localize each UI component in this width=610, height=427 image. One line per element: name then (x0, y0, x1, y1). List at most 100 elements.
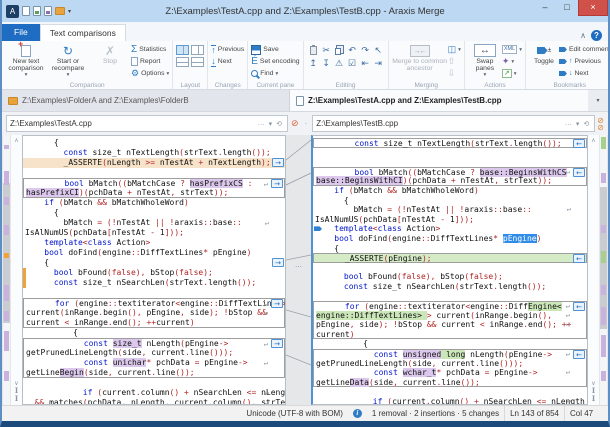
right-overview-strip[interactable] (599, 135, 608, 405)
change-marker[interactable] (4, 225, 9, 235)
maximize-button[interactable]: □ (556, 0, 578, 16)
change-marker[interactable] (601, 335, 606, 357)
change-marker[interactable] (4, 171, 9, 185)
close-button[interactable]: × (578, 0, 608, 16)
layout-two-horizontal-alt[interactable] (191, 57, 204, 67)
right-path-input[interactable]: Z:\Examples\TestB.cpp … ▾ ⟲ (312, 115, 595, 132)
browse-icon[interactable]: … (256, 120, 267, 127)
versioning-icon[interactable]: ⊘ (597, 124, 604, 131)
help-icon[interactable]: ? (591, 30, 602, 41)
insert-marker[interactable] (601, 137, 606, 149)
layout-two-vertical-selected[interactable] (176, 45, 189, 55)
insert-line-above-button[interactable]: ↥ (307, 57, 320, 70)
left-overview-strip[interactable] (2, 135, 11, 405)
change-marker[interactable] (601, 371, 606, 381)
change-marker[interactable] (601, 173, 606, 183)
link-line-marker-icon[interactable]: I (592, 395, 595, 403)
insert-line-below-button[interactable]: ↧ (320, 57, 333, 70)
comparison-tab-files[interactable]: Z:\Examples\TestA.cpp and Z:\Examples\Te… (290, 90, 588, 111)
line-wrap-icon: ↵ (265, 398, 269, 405)
next-change-button[interactable]: ↓Next (211, 56, 244, 67)
previous-bookmark-button[interactable]: ↑Previous (559, 56, 610, 67)
dropdown-icon: ▾ (167, 71, 170, 77)
report-button[interactable]: Report (131, 56, 169, 67)
cut-button[interactable]: ✂ (320, 44, 333, 57)
unindent-button[interactable]: ⇤ (359, 57, 372, 70)
change-marker[interactable] (601, 225, 606, 233)
edit-comment-button[interactable]: Edit comment (559, 44, 610, 55)
left-file-pane[interactable]: { const size_t nTextLength(strText.lengt… (22, 135, 286, 405)
comparison-tab-folders[interactable]: Z:\Examples\FolderA and Z:\Examples\Fold… (2, 90, 290, 111)
line-wrap-icon: ↵ (566, 320, 570, 330)
line-wrap-icon: ↵ (567, 397, 571, 405)
right-versioning-icons[interactable]: ⊘ ⊘ (597, 117, 604, 131)
scroll-up-icon[interactable]: ∧ (591, 137, 595, 144)
ribbon: New text comparison▾ ↻ Start or recompar… (2, 41, 608, 90)
undo-button[interactable]: ↶ (346, 44, 359, 57)
accept-changes-button[interactable]: ☑ (346, 57, 359, 70)
next-bookmark-button[interactable]: ↓Next (559, 68, 610, 79)
code-line: current < inRange.end(); ++current) (23, 318, 285, 328)
info-icon[interactable]: i (353, 409, 362, 418)
change-marker[interactable] (4, 197, 9, 205)
merge-sides-icon: ◫ (448, 45, 457, 54)
ribbon-collapse-icon[interactable]: ∧ (580, 31, 586, 40)
chevron-down-icon[interactable]: ▾ (574, 120, 582, 128)
new-text-comparison-button[interactable]: New text comparison▾ (5, 42, 47, 80)
open-external-button[interactable]: ↗▾ (502, 68, 522, 79)
link-line-marker-icon[interactable]: I (15, 395, 18, 403)
copy-change-to-right-button[interactable]: → (271, 179, 283, 188)
indent-button[interactable]: ⇥ (372, 57, 385, 70)
select-button[interactable]: ↖ (372, 44, 385, 57)
change-marker[interactable] (601, 307, 606, 325)
tab-text-comparisons[interactable]: Text comparisons (40, 24, 126, 41)
left-path-input[interactable]: Z:\Examples\TestA.cpp … ▾ ⟲ (6, 115, 288, 132)
statistics-icon: Σ (131, 45, 137, 55)
xml-report-button[interactable]: XML▾ (502, 44, 522, 55)
edited-marker[interactable] (4, 253, 9, 258)
launch-editor-button[interactable]: ✦▾ (502, 56, 522, 67)
change-marker[interactable] (601, 285, 606, 295)
right-file-pane[interactable]: const size_t nTextLength(strText.length(… (311, 135, 588, 405)
copy-button[interactable] (333, 44, 346, 57)
right-code-view[interactable]: const size_t nTextLength(strText.length(… (313, 136, 587, 404)
history-icon[interactable]: ⟲ (274, 120, 284, 128)
history-icon[interactable]: ⟲ (581, 120, 591, 128)
minimize-button[interactable]: – (534, 0, 556, 16)
chevron-down-icon[interactable]: ▾ (267, 120, 275, 128)
code-line: bool doFind(engine::DiffTextLines* pEngi… (313, 234, 587, 244)
paste-button[interactable] (307, 44, 320, 57)
copy-change-to-right-button[interactable]: → (271, 339, 283, 348)
statistics-button[interactable]: ΣStatistics (131, 44, 169, 55)
layout-two-horizontal[interactable] (176, 57, 189, 67)
options-button[interactable]: ⚙Options▾ (131, 68, 169, 79)
set-encoding-button[interactable]: ÉSet encoding (251, 56, 299, 67)
delete-block-button[interactable]: ⚠ (333, 57, 346, 70)
change-marker[interactable] (4, 311, 9, 321)
start-or-recompare-button[interactable]: ↻ Start or recompare▾ (47, 42, 89, 80)
left-code-view[interactable]: { const size_t nTextLength(strText.lengt… (23, 136, 285, 404)
tab-list-dropdown[interactable]: ▾ (588, 90, 608, 111)
splitter-handle[interactable]: · (302, 119, 311, 128)
scroll-up-icon[interactable]: ∧ (14, 137, 18, 144)
swap-panes-button[interactable]: ↔ Swap panes▾ (468, 42, 502, 80)
redo-button[interactable]: ↷ (359, 44, 372, 57)
change-marker[interactable] (4, 371, 9, 381)
copy-change-to-right-button[interactable]: → (271, 299, 283, 308)
previous-change-button[interactable]: ↑Previous (211, 44, 244, 55)
browse-icon[interactable]: … (563, 120, 574, 127)
toggle-bookmark-button[interactable]: ± Toggle (529, 42, 559, 65)
copy-change-to-right-button[interactable]: → (272, 258, 284, 267)
change-marker[interactable] (4, 331, 9, 351)
find-button[interactable]: Find▾ (251, 68, 299, 79)
chevron-down-icon: ▾ (596, 97, 599, 104)
layout-two-vertical-alt[interactable] (191, 45, 204, 55)
change-marker[interactable] (4, 285, 9, 301)
copy-change-to-right-button[interactable]: → (272, 158, 284, 167)
merge-direction-button[interactable]: ◫▾ (448, 44, 461, 55)
encoding-icon: É (251, 57, 258, 67)
change-marker[interactable] (4, 145, 9, 149)
left-versioning-icon[interactable]: ⊘ (290, 118, 300, 129)
insert-marker[interactable] (601, 251, 606, 263)
save-button[interactable]: Save (251, 44, 299, 55)
